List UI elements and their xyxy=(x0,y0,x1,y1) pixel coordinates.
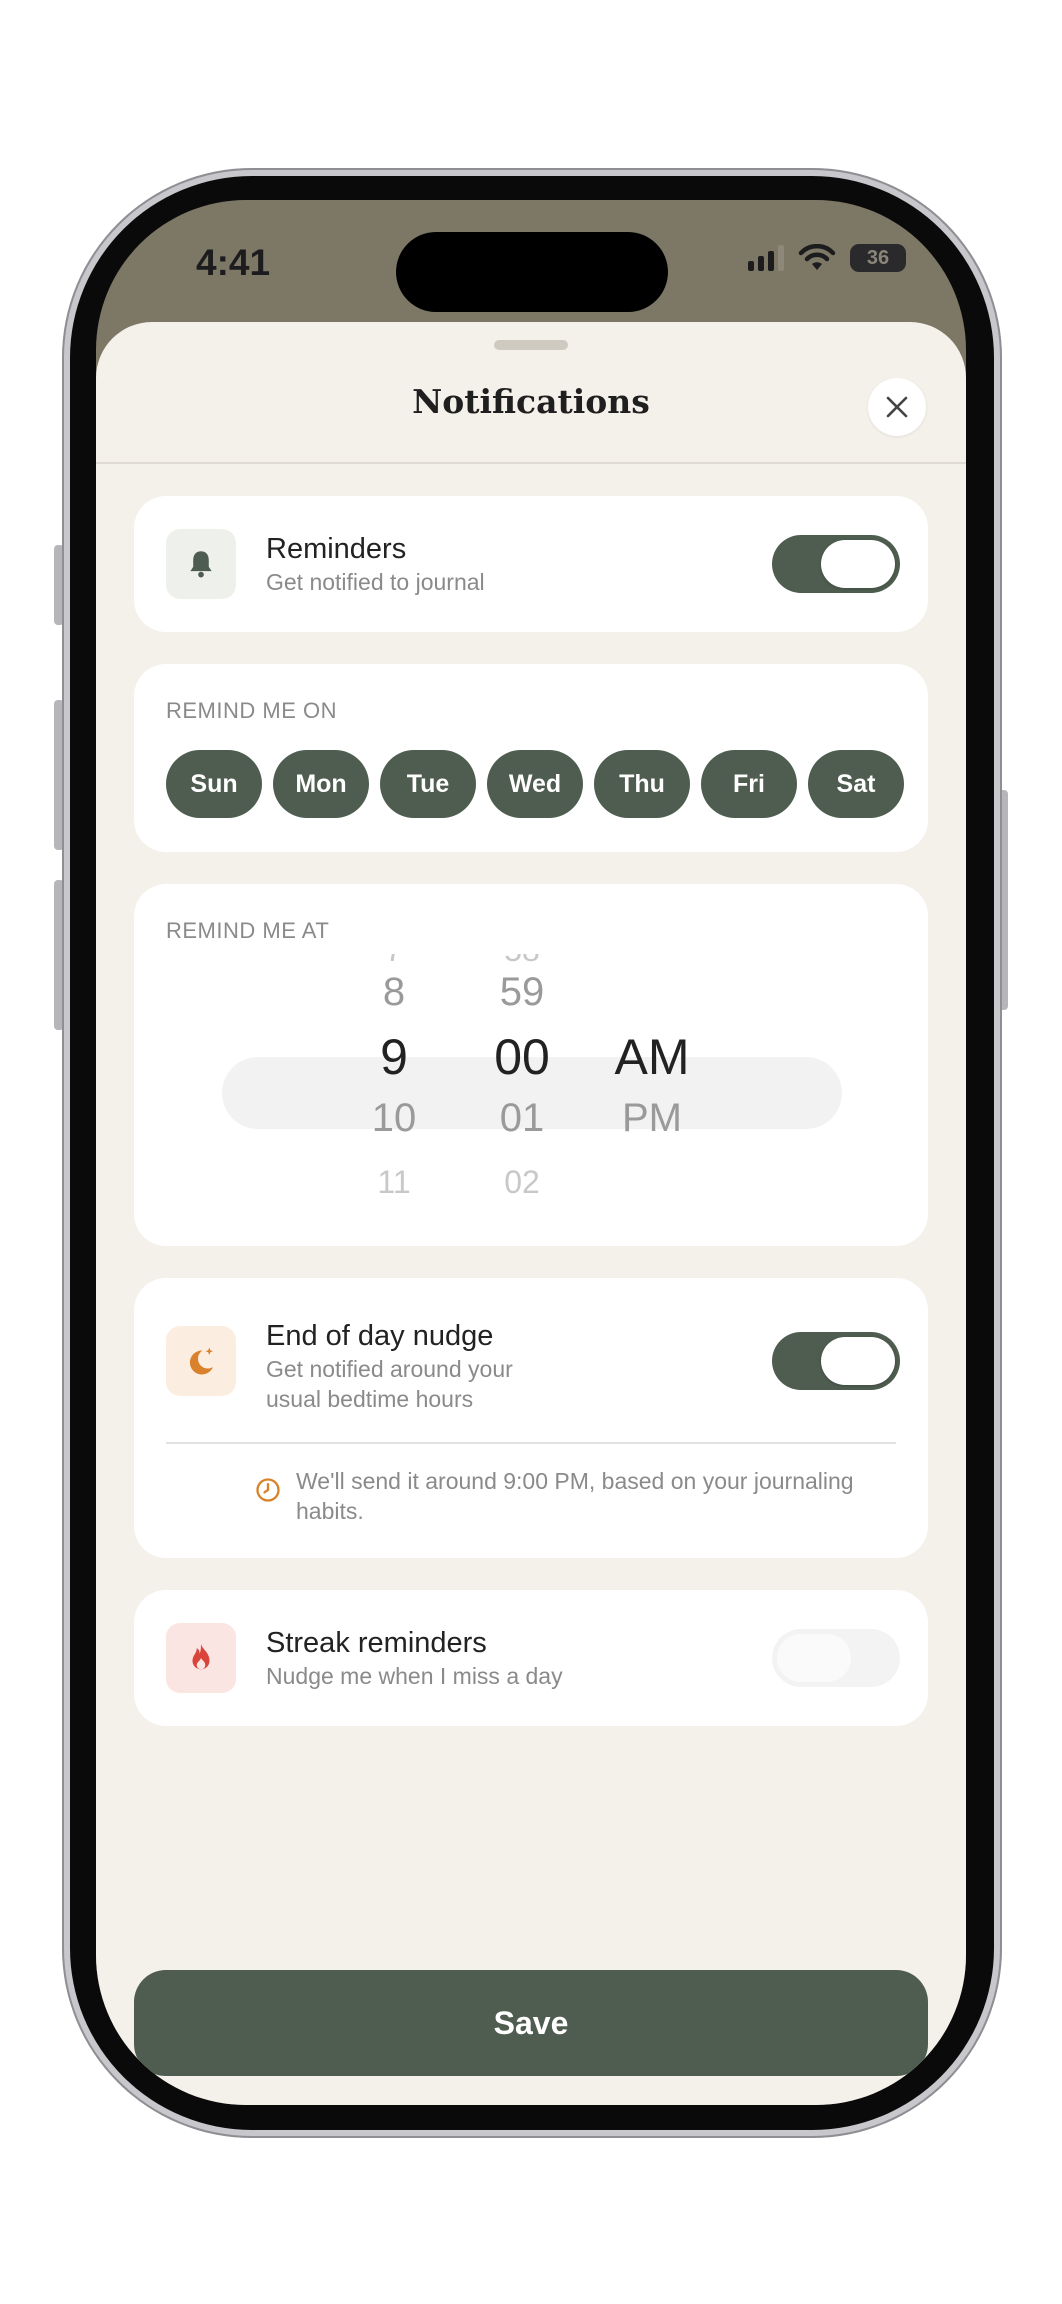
reminders-toggle[interactable] xyxy=(772,535,900,593)
notifications-sheet: Notifications Reminders Get notified to … xyxy=(96,322,966,2105)
hour-option: 8 xyxy=(382,970,406,1014)
end-of-day-info: We'll send it around 9:00 PM, based on y… xyxy=(254,1466,868,1526)
end-of-day-icon-tile xyxy=(166,1326,236,1396)
phone-screen: 4:41 36 Notifications Reminders Get noti… xyxy=(96,200,966,2105)
remind-at-label: REMIND ME AT xyxy=(166,918,330,943)
reminders-title: Reminders xyxy=(266,533,407,565)
remind-on-label: REMIND ME ON xyxy=(166,698,337,723)
end-of-day-card: End of day nudge Get notified around you… xyxy=(134,1278,928,1558)
moon-stars-icon xyxy=(189,1347,213,1375)
bell-icon xyxy=(190,551,212,578)
close-icon xyxy=(886,396,908,418)
day-chip-wed[interactable]: Wed xyxy=(487,750,583,818)
remind-at-card: REMIND ME AT 7 8 9 10 11 58 59 00 01 02 xyxy=(134,884,928,1246)
close-button[interactable] xyxy=(868,378,926,436)
dynamic-island xyxy=(396,232,668,312)
hour-option: 11 xyxy=(377,1164,411,1200)
minute-option: 58 xyxy=(462,954,582,969)
hour-option: 10 xyxy=(371,1096,417,1140)
reminders-icon-tile xyxy=(166,529,236,599)
minute-option: 59 xyxy=(499,970,545,1014)
hour-option: 7 xyxy=(334,954,454,969)
minute-option: 01 xyxy=(499,1096,545,1140)
day-chip-tue[interactable]: Tue xyxy=(380,750,476,818)
period-option: PM xyxy=(622,1096,682,1140)
battery-indicator: 36 xyxy=(850,244,906,272)
remind-on-card: REMIND ME ON Sun Mon Tue Wed Thu Fri Sat xyxy=(134,664,928,852)
streak-subtitle: Nudge me when I miss a day xyxy=(266,1663,563,1689)
minute-selected: 00 xyxy=(494,1029,550,1085)
streak-card: Streak reminders Nudge me when I miss a … xyxy=(134,1590,928,1726)
flame-icon xyxy=(192,1643,210,1670)
day-chip-thu[interactable]: Thu xyxy=(594,750,690,818)
end-of-day-subtitle: Get notified around your usual bedtime h… xyxy=(266,1356,513,1412)
minute-wheel[interactable]: 58 59 00 01 02 xyxy=(462,954,582,1216)
status-time: 4:41 xyxy=(196,242,271,283)
period-selected: AM xyxy=(614,1029,690,1085)
header-divider xyxy=(96,462,966,464)
time-picker[interactable]: 7 8 9 10 11 58 59 00 01 02 AM PM xyxy=(134,954,928,1216)
reminders-subtitle: Get notified to journal xyxy=(266,569,485,595)
streak-text: Streak reminders Nudge me when I miss a … xyxy=(266,1625,772,1691)
day-chip-sun[interactable]: Sun xyxy=(166,750,262,818)
clock-icon xyxy=(256,1478,280,1502)
signal-icon xyxy=(748,245,784,271)
wifi-icon xyxy=(798,244,836,270)
hour-wheel[interactable]: 7 8 9 10 11 xyxy=(334,954,454,1216)
period-wheel[interactable]: AM PM xyxy=(582,954,722,1216)
day-chip-fri[interactable]: Fri xyxy=(701,750,797,818)
end-of-day-toggle[interactable] xyxy=(772,1332,900,1390)
day-selector: Sun Mon Tue Wed Thu Fri Sat xyxy=(166,750,904,818)
save-button[interactable]: Save xyxy=(134,1970,928,2076)
streak-icon-tile xyxy=(166,1623,236,1693)
end-of-day-info-text: We'll send it around 9:00 PM, based on y… xyxy=(296,1468,854,1524)
day-chip-sat[interactable]: Sat xyxy=(808,750,904,818)
end-of-day-text: End of day nudge Get notified around you… xyxy=(266,1318,519,1414)
reminders-card: Reminders Get notified to journal xyxy=(134,496,928,632)
minute-option: 02 xyxy=(504,1164,540,1200)
streak-toggle[interactable] xyxy=(772,1629,900,1687)
end-of-day-title: End of day nudge xyxy=(266,1320,494,1352)
reminders-text: Reminders Get notified to journal xyxy=(266,531,772,597)
sheet-grabber[interactable] xyxy=(494,340,568,350)
sheet-title: Notifications xyxy=(412,382,650,421)
end-of-day-divider xyxy=(166,1442,896,1444)
streak-title: Streak reminders xyxy=(266,1627,487,1659)
hour-selected: 9 xyxy=(380,1029,408,1085)
status-icons: 36 xyxy=(748,244,906,272)
day-chip-mon[interactable]: Mon xyxy=(273,750,369,818)
